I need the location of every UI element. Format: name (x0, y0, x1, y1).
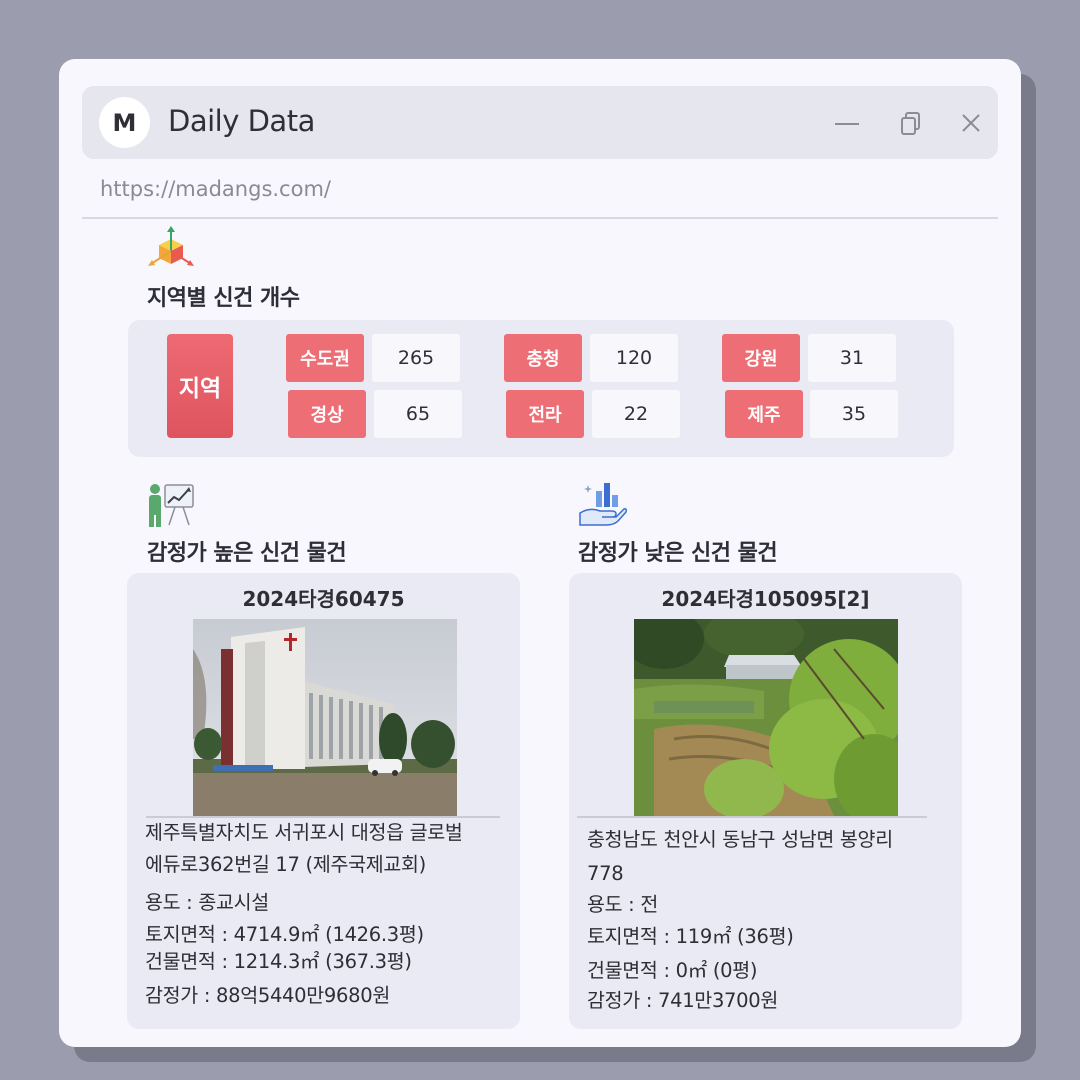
app-window: M Daily Data https://madangs.com/ 지역별 신건… (59, 59, 1021, 1047)
high-address-line2: 에듀로362번길 17 (제주국제교회) (145, 853, 426, 876)
high-section-title: 감정가 높은 신건 물건 (147, 541, 347, 566)
low-section-title: 감정가 낮은 신건 물건 (578, 541, 778, 566)
region-label-chungcheong[interactable]: 충청 (504, 334, 582, 382)
photo-divider (577, 816, 927, 818)
high-property-card[interactable]: 2024타경60475 제주특별자치도 서귀포시 대정읍 글로벌 에듀로362번… (127, 573, 520, 1029)
high-appraisal: 감정가 : 88억5440만9680원 (145, 984, 390, 1007)
cube-axes-icon (148, 226, 194, 266)
region-count-chungcheong: 120 (590, 334, 678, 382)
region-count-jeju: 35 (810, 390, 898, 438)
low-building-area: 건물면적 : 0㎡ (0평) (587, 959, 758, 982)
close-button[interactable] (954, 106, 988, 140)
region-label-gyeongsang[interactable]: 경상 (288, 390, 366, 438)
low-usage: 용도 : 전 (587, 893, 658, 916)
region-count-sudogwon: 265 (372, 334, 460, 382)
app-title: Daily Data (168, 104, 315, 138)
app-logo: M (99, 97, 150, 148)
title-bar: M Daily Data (82, 86, 998, 159)
high-case-number[interactable]: 2024타경60475 (127, 583, 520, 612)
copy-icon (901, 112, 920, 135)
church-photo (193, 619, 457, 816)
url-text[interactable]: https://madangs.com/ (100, 177, 331, 201)
farmland-photo (634, 619, 898, 816)
region-label-jeju[interactable]: 제주 (725, 390, 803, 438)
high-property-photo[interactable] (193, 619, 457, 816)
low-address-line1: 충청남도 천안시 동남구 성남면 봉양리 (587, 828, 893, 851)
low-land-area: 토지면적 : 119㎡ (36평) (587, 925, 794, 948)
region-panel: 지역 수도권 265 충청 120 강원 31 경상 65 전라 22 제주 3… (128, 320, 954, 457)
region-label-sudogwon[interactable]: 수도권 (286, 334, 364, 382)
high-usage: 용도 : 종교시설 (145, 891, 269, 914)
region-label-gangwon[interactable]: 강원 (722, 334, 800, 382)
region-label-jeolla[interactable]: 전라 (506, 390, 584, 438)
high-address-line1: 제주특별자치도 서귀포시 대정읍 글로벌 (145, 821, 463, 844)
presentation-chart-icon (149, 484, 194, 527)
low-appraisal: 감정가 : 741만3700원 (587, 989, 779, 1012)
region-count-gangwon: 31 (808, 334, 896, 382)
minimize-icon (835, 123, 859, 125)
low-case-number[interactable]: 2024타경105095[2] (569, 583, 962, 612)
region-section-title: 지역별 신건 개수 (147, 286, 300, 311)
region-count-jeolla: 22 (592, 390, 680, 438)
close-icon (962, 114, 980, 132)
hand-bar-chart-icon (579, 483, 627, 526)
region-count-gyeongsang: 65 (374, 390, 462, 438)
region-header: 지역 (167, 334, 233, 438)
low-property-photo[interactable] (634, 619, 898, 816)
minimize-button[interactable] (830, 106, 864, 140)
low-address-line2: 778 (587, 862, 624, 885)
copy-button[interactable] (894, 106, 928, 140)
high-building-area: 건물면적 : 1214.3㎡ (367.3평) (145, 950, 412, 973)
low-property-card[interactable]: 2024타경105095[2] 충청남도 천안시 동남구 성남면 봉양리 778… (569, 573, 962, 1029)
high-land-area: 토지면적 : 4714.9㎡ (1426.3평) (145, 923, 424, 946)
divider (82, 217, 998, 219)
